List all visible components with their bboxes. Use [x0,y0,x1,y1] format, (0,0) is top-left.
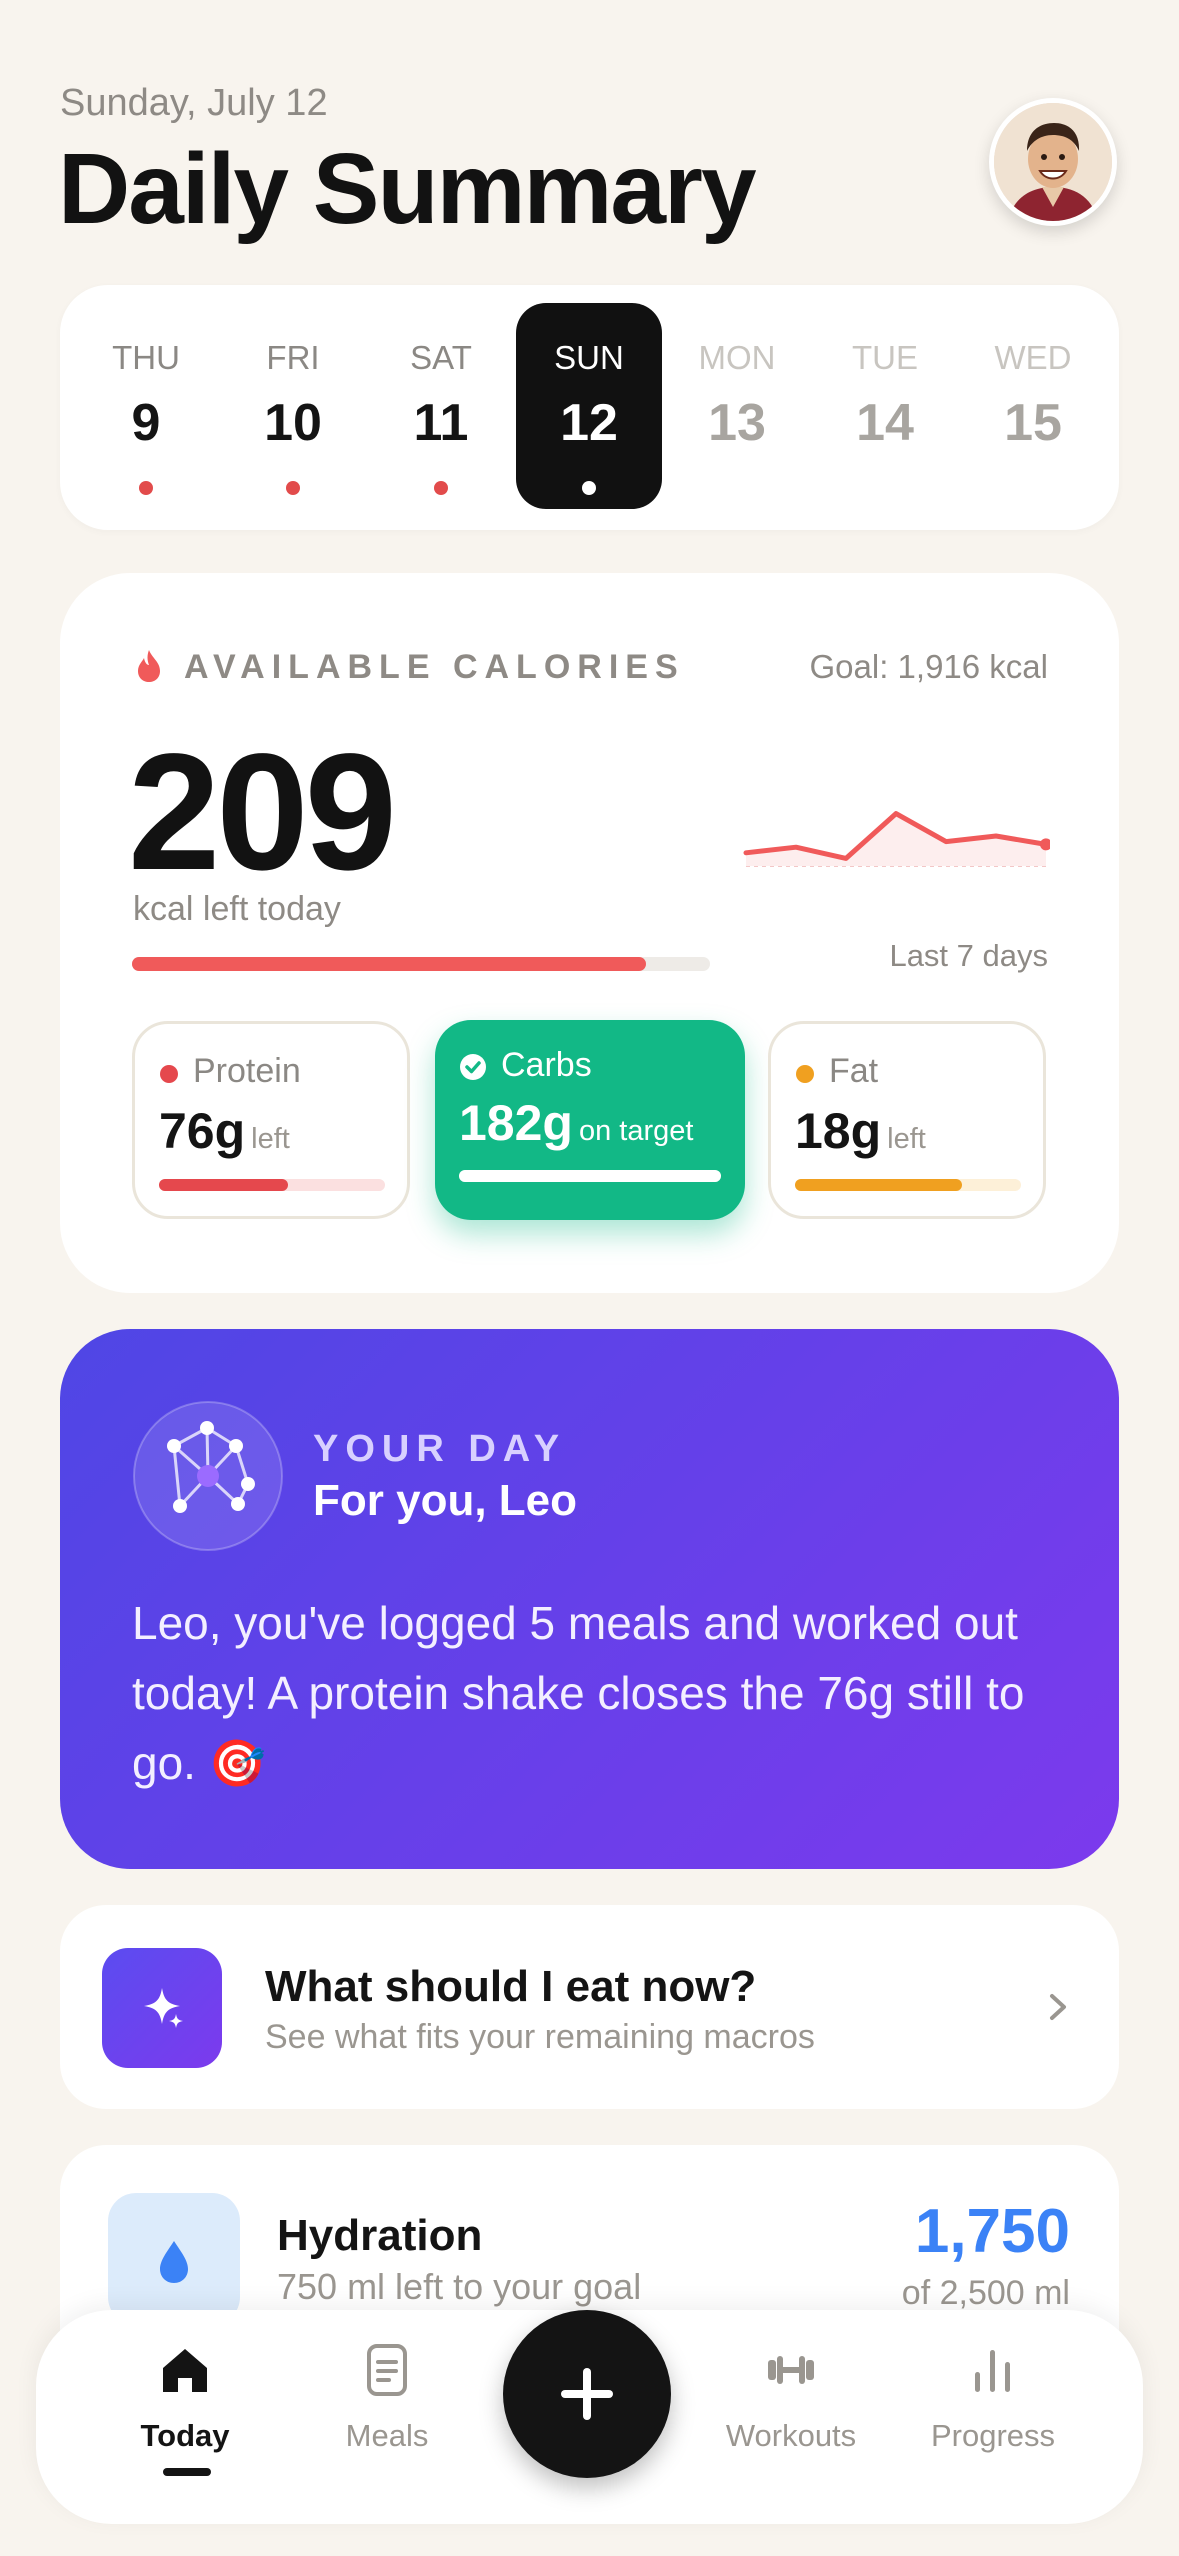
tab-label: Today [140,2418,230,2453]
macro-unit: left [251,1123,290,1155]
day-wed[interactable]: WED 15 [960,303,1106,509]
macro-progress-fill [459,1170,721,1182]
day-name: WED [994,339,1072,376]
day-number: 9 [131,394,161,452]
day-sat[interactable]: SAT 11 [368,303,514,509]
fat-dot [796,1065,814,1083]
day-thu[interactable]: THU 9 [73,303,219,509]
water-drop-icon-tile [108,2193,240,2325]
macro-progress-bar [159,1179,385,1191]
selected-dot [582,481,596,495]
sparkle-icon [144,1988,183,2028]
hydration-goal: of 2,500 ml [901,2274,1070,2312]
day-fri[interactable]: FRI 10 [220,303,366,509]
flame-icon [138,650,160,682]
day-name: MON [698,339,776,376]
water-drop-icon [160,2241,188,2283]
macro-name: Protein [193,1052,301,1090]
protein-macro-card[interactable]: Protein 76g left [132,1021,410,1219]
day-number: 14 [856,394,914,452]
day-number: 13 [708,394,766,452]
tab-label: Progress [930,2418,1056,2453]
day-number: 11 [413,394,469,452]
trend-caption: Last 7 days [889,938,1048,973]
macro-amount: 18g [795,1103,882,1159]
day-tue[interactable]: TUE 14 [812,303,958,509]
macro-name: Carbs [501,1046,592,1084]
week-selector: THU 9 FRI 10 SAT 11 SUN 12 MON 13 TUE 14… [60,285,1119,530]
tab-today[interactable]: Today [95,2340,275,2454]
day-name: SUN [554,339,624,376]
page-title: Daily Summary [58,133,757,245]
hydration-title: Hydration [277,2211,483,2260]
macro-progress-bar [459,1170,721,1182]
tab-workouts[interactable]: Workouts [701,2340,881,2454]
fat-macro-card[interactable]: Fat 18g left [768,1021,1046,1219]
calorie-progress-bar [132,957,710,971]
macro-progress-fill [795,1179,963,1191]
avatar-illustration [994,103,1112,221]
macro-unit: left [887,1123,926,1155]
date-label: Sunday, July 12 [60,82,328,124]
macro-progress-bar [795,1179,1021,1191]
check-circle-icon [460,1054,486,1080]
bar-chart-icon [975,2350,1010,2392]
macro-unit: on target [578,1115,694,1147]
calories-remaining: 209 [128,720,397,905]
day-name: THU [112,339,180,376]
active-tab-indicator [163,2468,211,2476]
tab-label: Workouts [725,2418,857,2453]
day-name: FRI [266,339,320,376]
calorie-progress-fill [132,957,647,971]
calorie-trend-sparkline[interactable] [742,800,1050,880]
chevron-right-icon [1050,1994,1066,2020]
carbs-macro-card[interactable]: Carbs 182g on target [435,1020,745,1220]
hydration-subtitle: 750 ml left to your goal [277,2266,642,2307]
logged-dot [139,481,153,495]
add-button[interactable] [503,2310,671,2478]
home-icon [163,2349,207,2392]
calories-caption: kcal left today [133,890,341,928]
network-graph-icon [133,1401,283,1551]
insight-eyebrow: YOUR DAY [313,1428,567,1470]
logged-dot [434,481,448,495]
day-number: 12 [560,394,618,452]
day-name: SAT [410,339,472,376]
macro-value: 18g left [795,1102,926,1160]
available-calories-label: AVAILABLE CALORIES [184,648,685,686]
macro-progress-fill [159,1179,288,1191]
protein-dot [160,1065,178,1083]
macro-amount: 182g [459,1095,573,1151]
macro-name: Fat [829,1052,879,1090]
day-name: TUE [852,339,918,376]
macro-value: 76g left [159,1102,290,1160]
tab-meals[interactable]: Meals [297,2340,477,2454]
suggestion-subtitle: See what fits your remaining macros [265,2018,815,2056]
insight-title: For you, Leo [313,1476,577,1525]
day-number: 10 [264,394,322,452]
hydration-value: 1,750 [914,2197,1070,2266]
macro-amount: 76g [159,1103,246,1159]
day-number: 15 [1004,394,1062,452]
dumbbell-icon [768,2356,814,2384]
day-sun[interactable]: SUN 12 [516,303,662,509]
logged-dot [286,481,300,495]
calorie-goal: Goal: 1,916 kcal [809,648,1048,685]
suggestion-title: What should I eat now? [265,1962,757,2011]
tab-label: Meals [345,2418,429,2453]
macro-value: 182g on target [459,1094,693,1152]
plus-icon [561,2368,613,2420]
sparkle-icon-tile [102,1948,222,2068]
tab-progress[interactable]: Progress [903,2340,1083,2454]
document-icon [367,2344,407,2396]
avatar[interactable] [989,98,1117,226]
day-mon[interactable]: MON 13 [664,303,810,509]
insight-message: Leo, you've logged 5 meals and worked ou… [132,1597,1025,1789]
